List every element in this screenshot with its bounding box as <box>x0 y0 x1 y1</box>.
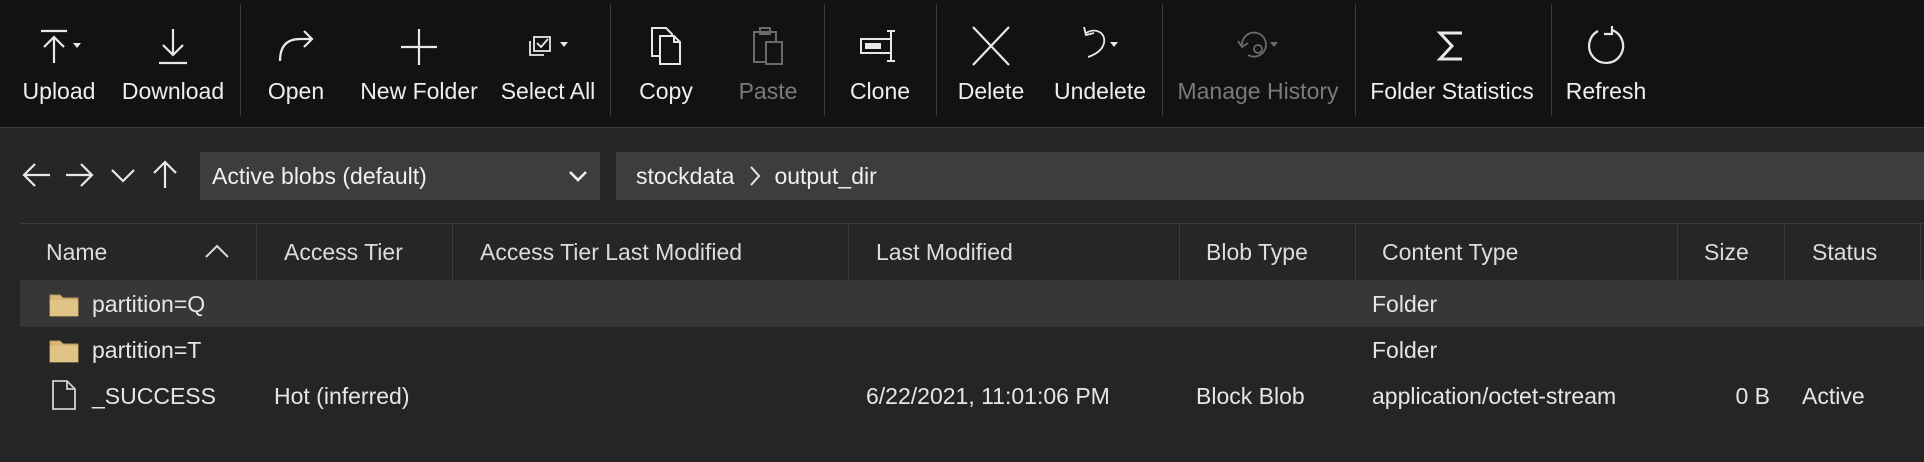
chevron-down-icon <box>569 171 587 182</box>
undo-icon <box>1076 18 1124 74</box>
open-button[interactable]: Open <box>258 0 334 128</box>
sort-ascending-icon <box>205 244 229 258</box>
cell-blob-type: Block Blob <box>1196 382 1305 409</box>
manage-history-button[interactable]: Manage History <box>1176 0 1340 128</box>
copy-icon <box>646 18 686 74</box>
download-icon <box>153 18 193 74</box>
open-redirect-icon <box>274 18 318 74</box>
plus-icon <box>397 18 441 74</box>
blob-view-select[interactable]: Active blobs (default) <box>200 152 600 200</box>
breadcrumb-item[interactable]: output_dir <box>774 163 876 190</box>
clone-label: Clone <box>849 78 911 104</box>
download-label: Download <box>121 78 225 104</box>
undelete-label: Undelete <box>1053 78 1147 104</box>
history-gear-icon <box>1234 18 1282 74</box>
cell-name: partition=T <box>92 336 202 363</box>
column-divider <box>1920 224 1921 280</box>
cell-size: 0 B <box>1735 382 1770 409</box>
upload-label: Upload <box>22 78 96 104</box>
download-button[interactable]: Download <box>118 0 228 128</box>
toolbar-divider <box>1355 4 1356 116</box>
cell-name: _SUCCESS <box>92 382 216 409</box>
back-button[interactable] <box>20 155 54 195</box>
select-all-icon <box>524 18 572 74</box>
undelete-button[interactable]: Undelete <box>1052 0 1148 128</box>
blob-list: Name Access Tier Access Tier Last Modifi… <box>0 223 1924 462</box>
new-folder-button[interactable]: New Folder <box>356 0 482 128</box>
column-header-last-modified[interactable]: Last Modified <box>850 224 1178 280</box>
upload-button[interactable]: Upload <box>18 0 100 128</box>
clone-button[interactable]: Clone <box>846 0 914 128</box>
breadcrumb-item[interactable]: stockdata <box>636 163 734 190</box>
refresh-label: Refresh <box>1565 78 1647 104</box>
column-header-access-tier[interactable]: Access Tier <box>258 224 454 280</box>
cell-last-modified: 6/22/2021, 11:01:06 PM <box>866 382 1110 409</box>
folder-icon <box>49 340 79 363</box>
cell-name: partition=Q <box>92 290 206 317</box>
table-row[interactable]: partition=Q Folder <box>20 281 1924 327</box>
manage-history-label: Manage History <box>1177 78 1339 104</box>
column-header-status[interactable]: Status <box>1786 224 1924 280</box>
column-divider <box>452 224 453 280</box>
recent-locations-button[interactable] <box>106 155 140 195</box>
refresh-icon <box>1584 18 1628 74</box>
cell-content-type: Folder <box>1372 290 1438 317</box>
column-divider <box>256 224 257 280</box>
folder-icon <box>49 294 79 317</box>
folder-statistics-label: Folder Statistics <box>1370 78 1534 104</box>
delete-x-icon <box>969 18 1013 74</box>
arrow-up-icon <box>153 160 177 188</box>
cell-content-type: application/octet-stream <box>1372 382 1617 409</box>
open-label: Open <box>267 78 325 104</box>
select-all-button[interactable]: Select All <box>498 0 598 128</box>
column-header-blob-type[interactable]: Blob Type <box>1180 224 1354 280</box>
toolbar-divider <box>1551 4 1552 116</box>
select-all-label: Select All <box>500 78 596 104</box>
copy-button[interactable]: Copy <box>630 0 702 128</box>
column-header-size[interactable]: Size <box>1678 224 1784 280</box>
copy-label: Copy <box>639 78 693 104</box>
cell-status: Active <box>1802 382 1865 409</box>
toolbar: Upload Download Open New Folder Select A… <box>0 0 1924 128</box>
clone-icon <box>857 18 903 74</box>
column-divider <box>848 224 849 280</box>
refresh-button[interactable]: Refresh <box>1566 0 1646 128</box>
cell-content-type: Folder <box>1372 336 1438 363</box>
folder-statistics-button[interactable]: Folder Statistics <box>1368 0 1536 128</box>
toolbar-divider <box>824 4 825 116</box>
toolbar-divider <box>240 4 241 116</box>
forward-button[interactable] <box>62 155 96 195</box>
cell-access-tier: Hot (inferred) <box>274 382 410 409</box>
new-folder-label: New Folder <box>360 78 478 104</box>
column-header-tier-last-modified[interactable]: Access Tier Last Modified <box>454 224 848 280</box>
upload-icon <box>35 18 83 74</box>
column-header-name[interactable]: Name <box>20 224 256 280</box>
paste-button[interactable]: Paste <box>730 0 806 128</box>
file-icon <box>52 380 76 410</box>
toolbar-divider <box>936 4 937 116</box>
sigma-icon <box>1432 18 1472 74</box>
toolbar-divider <box>610 4 611 116</box>
table-row[interactable]: partition=T Folder <box>20 327 1924 373</box>
breadcrumb[interactable]: stockdata output_dir <box>616 152 1924 200</box>
table-header: Name Access Tier Access Tier Last Modifi… <box>20 223 1924 281</box>
up-button[interactable] <box>148 155 182 195</box>
navigation-bar: Active blobs (default) stockdata output_… <box>0 129 1924 223</box>
chevron-right-icon <box>748 164 762 188</box>
delete-button[interactable]: Delete <box>956 0 1026 128</box>
table-row[interactable]: _SUCCESS Hot (inferred) 6/22/2021, 11:01… <box>20 373 1924 419</box>
column-header-content-type[interactable]: Content Type <box>1356 224 1676 280</box>
blob-view-value: Active blobs (default) <box>212 162 427 189</box>
column-divider <box>1784 224 1785 280</box>
delete-label: Delete <box>957 78 1025 104</box>
arrow-left-icon <box>22 163 50 187</box>
toolbar-divider <box>1162 4 1163 116</box>
paste-label: Paste <box>738 78 798 104</box>
arrow-right-icon <box>66 163 94 187</box>
chevron-down-icon <box>111 169 135 183</box>
paste-icon <box>748 18 788 74</box>
